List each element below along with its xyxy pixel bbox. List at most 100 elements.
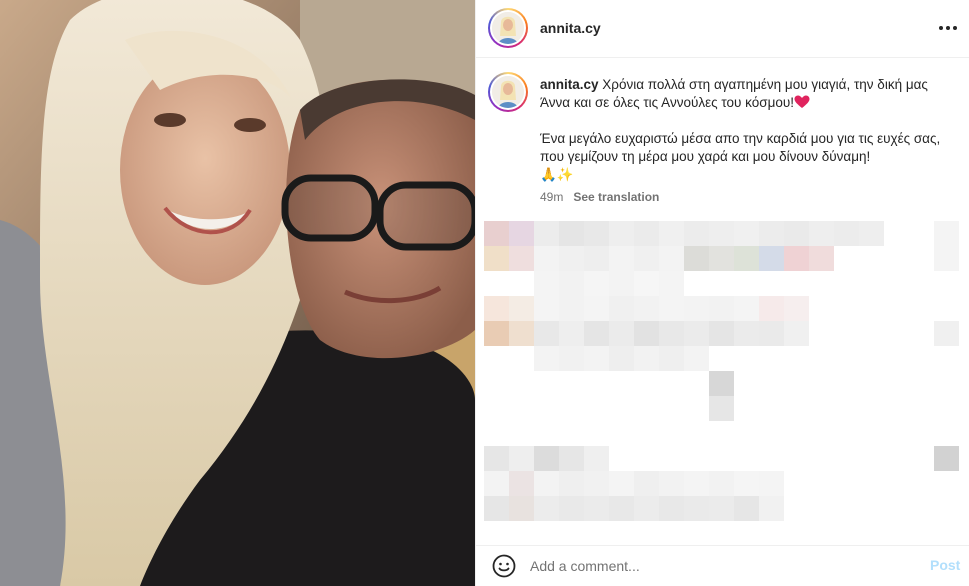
pixelated-block (659, 321, 684, 346)
avatar-image (492, 12, 524, 44)
pixelated-block (559, 296, 584, 321)
instagram-post-modal: annita.cy annita.cy Χρόνια πολλά στη αγα… (0, 0, 969, 586)
pixelated-block (809, 221, 834, 246)
pixelated-block (609, 246, 634, 271)
pixelated-block (509, 496, 534, 521)
avatar-image (492, 76, 524, 108)
pixelated-block (759, 221, 784, 246)
pixelated-block (734, 496, 759, 521)
pixelated-block (834, 221, 859, 246)
pixelated-block (484, 321, 509, 346)
pixelated-block (709, 296, 734, 321)
pixelated-block (659, 346, 684, 371)
pixelated-block (534, 246, 559, 271)
pixelated-block (584, 321, 609, 346)
red-heart-emoji-icon (794, 95, 810, 108)
pixelated-block (584, 296, 609, 321)
comment-input[interactable] (530, 556, 910, 576)
pixelated-block (584, 446, 609, 471)
pixelated-block (634, 321, 659, 346)
pixelated-block (684, 471, 709, 496)
pixelated-block (759, 321, 784, 346)
pixelated-block (559, 446, 584, 471)
pixelated-block (934, 446, 959, 471)
pixelated-block (684, 246, 709, 271)
header-username[interactable]: annita.cy (540, 20, 601, 36)
pixelated-block (784, 221, 809, 246)
pixelated-block (634, 221, 659, 246)
pixelated-block (559, 221, 584, 246)
pixelated-block (634, 271, 659, 296)
pixelated-block (709, 321, 734, 346)
caption-line-1: Χρόνια πολλά στη αγαπημένη μου γιαγιά, τ… (540, 77, 928, 110)
pixelated-block (934, 246, 959, 271)
pixelated-block (759, 471, 784, 496)
emoji-smiley-icon[interactable] (492, 554, 516, 578)
post-comment-button[interactable]: Post (930, 557, 960, 573)
pixelated-block (534, 496, 559, 521)
see-translation-link[interactable]: See translation (573, 190, 659, 204)
post-header: annita.cy (476, 0, 969, 58)
pixelated-block (584, 471, 609, 496)
caption-line-2-text: Ένα μεγάλο ευχαριστώ μέσα απο την καρδιά… (540, 131, 941, 164)
pixelated-block (659, 221, 684, 246)
pixelated-block (509, 321, 534, 346)
pixelated-block (659, 496, 684, 521)
pixelated-block (584, 246, 609, 271)
pixelated-block (659, 296, 684, 321)
pray-sparkles-emoji: 🙏✨ (540, 167, 574, 182)
pixelated-block (634, 346, 659, 371)
pixelated-block (684, 296, 709, 321)
pixelated-block (534, 271, 559, 296)
pixelated-block (659, 471, 684, 496)
pixelated-block (584, 271, 609, 296)
pixelated-block (609, 496, 634, 521)
pixelated-block (484, 496, 509, 521)
pixelated-block (784, 321, 809, 346)
post-time[interactable]: 49m (540, 190, 563, 204)
pixelated-block (759, 246, 784, 271)
pixelated-block (634, 471, 659, 496)
pixelated-block (584, 221, 609, 246)
pixelated-block (809, 246, 834, 271)
post-photo[interactable] (0, 0, 475, 586)
pixelated-block (484, 471, 509, 496)
pixelated-block (534, 346, 559, 371)
post-meta: 49m See translation (540, 190, 659, 204)
pixelated-block (534, 221, 559, 246)
pixelated-block (734, 321, 759, 346)
pixelated-block (659, 246, 684, 271)
pixelated-block (859, 221, 884, 246)
pixelated-block (634, 296, 659, 321)
pixelated-block (684, 321, 709, 346)
pixelated-block (634, 246, 659, 271)
pixelated-block (534, 446, 559, 471)
pixelated-block (634, 496, 659, 521)
pixelated-block (559, 346, 584, 371)
pixelated-block (559, 246, 584, 271)
pixelated-block (584, 346, 609, 371)
pixelated-block (709, 471, 734, 496)
more-options-icon[interactable] (936, 18, 960, 38)
pixelated-block (484, 296, 509, 321)
pixelated-block (559, 271, 584, 296)
pixelated-block (484, 221, 509, 246)
pixelated-block (759, 496, 784, 521)
avatar[interactable] (488, 8, 528, 48)
pixelated-block (684, 221, 709, 246)
pixelated-block (559, 321, 584, 346)
pixelated-block (609, 321, 634, 346)
pixelated-block (684, 346, 709, 371)
pixelated-block (609, 296, 634, 321)
pixelated-block (509, 446, 534, 471)
caption-avatar[interactable] (488, 72, 528, 112)
pixelated-block (734, 471, 759, 496)
comment-bar: Post (476, 545, 969, 586)
post-sidebar: annita.cy annita.cy Χρόνια πολλά στη αγα… (475, 0, 969, 586)
pixelated-block (559, 471, 584, 496)
pixelated-block (709, 221, 734, 246)
caption-username[interactable]: annita.cy (540, 77, 599, 92)
pixelated-block (609, 471, 634, 496)
pixelated-block (709, 496, 734, 521)
pixelated-block (584, 496, 609, 521)
